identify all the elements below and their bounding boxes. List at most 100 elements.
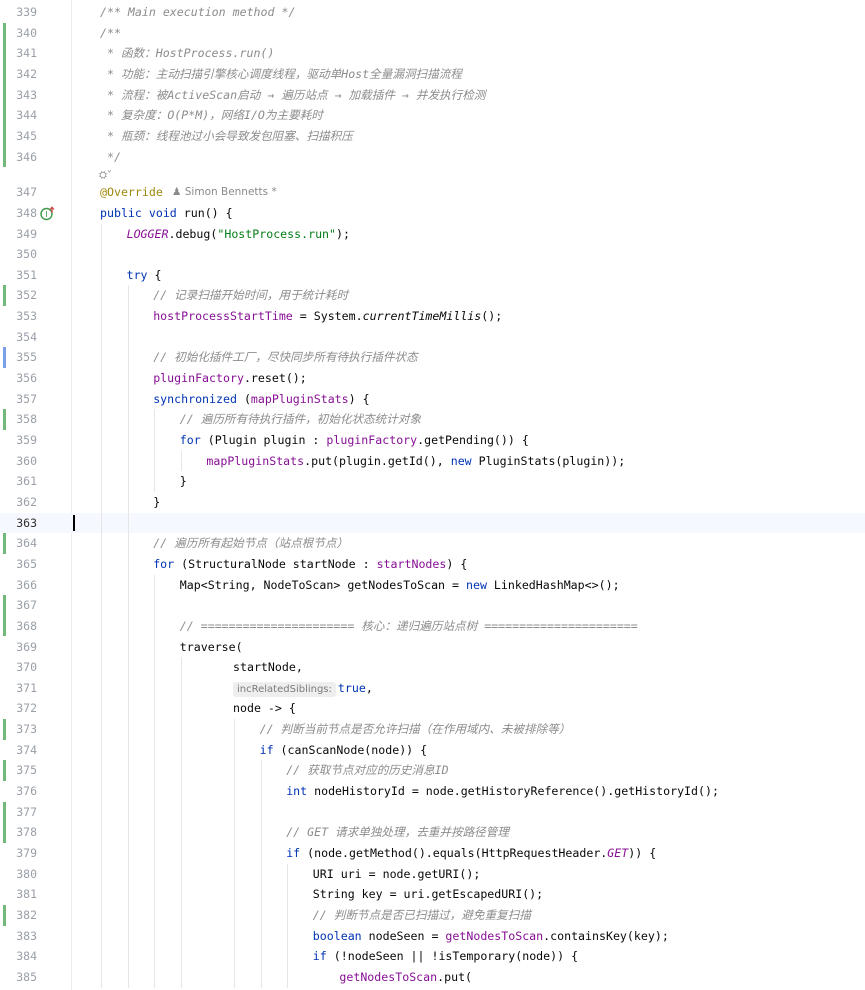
code-line[interactable]: 384 if (!nodeSeen || !isTemporary(node)) …	[0, 946, 865, 967]
code-text: int nodeHistoryId = node.getHistoryRefer…	[286, 781, 719, 802]
indent-guide	[260, 760, 262, 988]
line-number: 349	[16, 226, 37, 241]
code-line[interactable]: 350	[0, 244, 865, 265]
code-text: public void run() {	[100, 203, 233, 224]
code-line[interactable]: 356 pluginFactory.reset();	[0, 368, 865, 389]
code-line[interactable]: 353 hostProcessStartTime = System.current…	[0, 306, 865, 327]
vcs-change-marker[interactable]	[3, 801, 6, 823]
vcs-change-marker[interactable]	[3, 409, 6, 430]
code-line[interactable]: 344 * 复杂度：O(P*M)，网络I/O为主要耗时	[0, 105, 865, 126]
code-line[interactable]: 381 String key = uri.getEscapedURI();	[0, 884, 865, 905]
code-line[interactable]: 364// 遍历所有起始节点（站点根节点）	[0, 533, 865, 554]
code-line[interactable]: 357 synchronized (mapPluginStats) {	[0, 389, 865, 410]
code-line[interactable]: 365 for (StructuralNode startNode : start…	[0, 554, 865, 575]
code-text: if (canScanNode(node)) {	[260, 740, 428, 761]
code-line[interactable]: 366 Map<String, NodeToScan> getNodesToSca…	[0, 575, 865, 596]
vcs-change-marker[interactable]	[3, 84, 6, 106]
code-line[interactable]: 374 if (canScanNode(node)) {	[0, 740, 865, 761]
code-line[interactable]: 370 startNode,	[0, 657, 865, 678]
override-run-icon[interactable]: I	[40, 206, 56, 221]
code-line[interactable]: 363	[0, 512, 865, 534]
vcs-change-marker[interactable]	[3, 285, 6, 307]
code-line[interactable]: 341 * 函数：HostProcess.run()	[0, 43, 865, 64]
vcs-change-marker[interactable]	[3, 146, 6, 168]
code-line[interactable]: 358// 遍历所有待执行插件，初始化状态统计对象	[0, 409, 865, 430]
code-line[interactable]: 385 getNodesToScan.put(	[0, 967, 865, 988]
author-name: Simon Bennetts *	[184, 186, 277, 199]
vcs-change-marker[interactable]	[3, 105, 6, 126]
code-token: {	[154, 267, 162, 282]
code-line[interactable]: 383 boolean nodeSeen = getNodesToScan.con…	[0, 926, 865, 947]
code-line[interactable]: 361}	[0, 471, 865, 492]
code-line[interactable]: 346 */	[0, 146, 865, 168]
code-line[interactable]: 354	[0, 327, 865, 348]
code-token: )) {	[628, 846, 657, 860]
vcs-change-marker[interactable]	[3, 760, 6, 782]
vcs-change-marker[interactable]	[3, 615, 6, 637]
code-line[interactable]: 368// ====================== 核心：递归遍历站点树 …	[0, 615, 865, 637]
code-line[interactable]: 343 * 流程：被ActiveScan启动 → 遍历站点 → 加载插件 → 并…	[0, 84, 865, 106]
code-line[interactable]: 371 incRelatedSiblings: true,	[0, 678, 865, 699]
code-line[interactable]: 376 int nodeHistoryId = node.getHistoryRe…	[0, 781, 865, 802]
vcs-change-marker[interactable]	[3, 347, 6, 369]
vcs-change-marker[interactable]	[3, 43, 6, 64]
code-line[interactable]: 378// GET 请求单独处理，去重并按路径管理	[0, 822, 865, 843]
code-line[interactable]: 342 * 功能：主动扫描引擎核心调度线程，驱动单Host全量漏洞扫描流程	[0, 63, 865, 85]
code-editor[interactable]: 339 /** Main execution method */ 340/** 341…	[0, 0, 865, 990]
code-token: currentTimeMillis	[362, 309, 482, 324]
vcs-change-marker[interactable]	[3, 904, 6, 926]
code-token: for	[179, 433, 208, 447]
code-token: * 函数：HostProcess.run()	[100, 46, 275, 61]
code-token: if	[286, 846, 308, 860]
code-line[interactable]: 349 LOGGER.debug("HostProcess.run");	[0, 224, 865, 245]
vcs-change-marker[interactable]	[3, 22, 6, 44]
code-line[interactable]: 345 * 瓶颈：线程池过小会导致发包阻塞、扫描积压	[0, 125, 865, 147]
code-line[interactable]: 339 /** Main execution method */	[0, 2, 865, 23]
vcs-change-marker[interactable]	[3, 63, 6, 85]
code-token: "HostProcess.run"	[217, 226, 337, 241]
code-line[interactable]: 382// 判断节点是否已扫描过，避免重复扫描	[0, 904, 865, 926]
code-line[interactable]: 377	[0, 801, 865, 823]
code-line[interactable]: 352// 记录扫描开始时间，用于统计耗时	[0, 285, 865, 307]
indent-guide	[127, 285, 129, 988]
vcs-change-marker[interactable]	[3, 533, 6, 554]
code-line[interactable]: 360 mapPluginStats.put(plugin.getId(), ne…	[0, 451, 865, 472]
code-line[interactable]: 348 public void run() {I	[0, 203, 865, 224]
code-line[interactable]: 369 traverse(	[0, 637, 865, 658]
code-line[interactable]: 351 try {	[0, 265, 865, 286]
vcs-change-marker[interactable]	[3, 595, 6, 616]
line-number: 357	[16, 391, 37, 406]
code-text: pluginFactory.reset();	[153, 368, 307, 389]
code-line[interactable]: 379 if (node.getMethod().equals(HttpReque…	[0, 843, 865, 864]
code-line[interactable]: 359 for (Plugin plugin : pluginFactory.ge…	[0, 430, 865, 451]
code-token: (canScanNode(node)) {	[280, 742, 428, 757]
line-number: 372	[16, 701, 37, 716]
code-line[interactable]: 367	[0, 595, 865, 616]
line-number: 366	[16, 577, 37, 592]
code-lens-icon[interactable]: ⛭˅	[99, 167, 112, 185]
vcs-change-marker[interactable]	[3, 822, 6, 843]
line-number: 371	[16, 680, 37, 695]
code-text: * 复杂度：O(P*M)，网络I/O为主要耗时	[100, 105, 323, 126]
code-line[interactable]: 355// 初始化插件工厂，尽快同步所有待执行插件状态	[0, 347, 865, 369]
code-text: Map<String, NodeToScan> getNodesToScan =…	[180, 575, 620, 596]
vcs-change-marker[interactable]	[3, 719, 6, 740]
code-line[interactable]: 373// 判断当前节点是否允许扫描（在作用域内、未被排除等）	[0, 719, 865, 740]
line-number: 383	[16, 928, 37, 943]
parameter-hint: incRelatedSiblings:	[233, 681, 336, 697]
code-line[interactable]: 362}	[0, 492, 865, 513]
code-line[interactable]: 375// 获取节点对应的历史消息ID	[0, 760, 865, 782]
code-token: .getPending()) {	[417, 433, 529, 447]
code-token: (!nodeSeen || !isTemporary(node)) {	[333, 949, 579, 964]
code-line[interactable]: 372 node -> {	[0, 698, 865, 719]
code-line[interactable]: 380 URI uri = node.getURI();	[0, 864, 865, 885]
code-token: ();	[481, 309, 503, 324]
code-line[interactable]: 340/**	[0, 22, 865, 44]
code-token: // GET 请求单独处理，去重并按路径管理	[286, 825, 509, 840]
code-token: LinkedHashMap<>();	[493, 577, 620, 592]
author-inlay[interactable]: ♟ Simon Bennetts *	[172, 182, 277, 203]
code-token: new	[450, 453, 479, 468]
code-line[interactable]: 347 @Override ♟ Simon Bennetts *	[0, 182, 865, 203]
vcs-change-marker[interactable]	[3, 125, 6, 147]
indent-guide	[180, 450, 182, 472]
